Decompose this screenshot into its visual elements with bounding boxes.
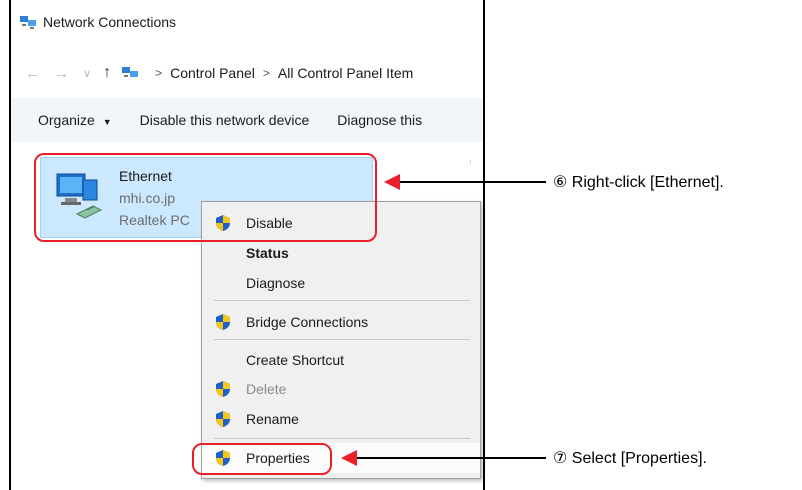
- menu-item-bridge-connections[interactable]: Bridge Connections: [202, 307, 480, 337]
- menu-item-status[interactable]: Status: [202, 238, 480, 268]
- menu-label: Create Shortcut: [246, 352, 345, 368]
- breadcrumb-separator-icon: >: [262, 66, 270, 80]
- location-icon: [122, 67, 139, 77]
- annotation-arrow-line: [357, 457, 546, 459]
- annotation-arrow-line: [400, 181, 546, 183]
- dropdown-arrow-icon: ▼: [102, 117, 112, 127]
- ethernet-callout-box: [34, 153, 377, 242]
- breadcrumb: > Control Panel > All Control Panel Item: [147, 65, 413, 81]
- menu-separator: [214, 438, 470, 439]
- diagnose-button[interactable]: Diagnose this: [337, 112, 422, 128]
- context-menu: Disable Status Diagnose Bridge Connectio…: [201, 201, 481, 479]
- disable-device-button[interactable]: Disable this network device: [140, 112, 310, 128]
- menu-label: Rename: [246, 411, 299, 427]
- menu-item-delete: Delete: [202, 374, 480, 404]
- arrow-left-icon: [384, 174, 400, 190]
- command-bar: Organize ▼ Disable this network device D…: [11, 98, 483, 142]
- arrow-left-icon: [341, 450, 357, 466]
- recent-locations-chevron-icon[interactable]: ∨: [83, 67, 91, 80]
- up-arrow-icon[interactable]: ↑: [103, 64, 111, 82]
- menu-separator: [214, 300, 470, 301]
- uac-shield-icon: [216, 314, 230, 330]
- uac-shield-icon: [216, 411, 230, 427]
- menu-item-rename[interactable]: Rename: [202, 404, 480, 434]
- menu-label: Diagnose: [246, 275, 306, 291]
- network-connections-icon: [20, 16, 36, 29]
- menu-separator: [214, 339, 470, 340]
- menu-item-diagnose[interactable]: Diagnose: [202, 268, 480, 298]
- window-title: Network Connections: [43, 14, 177, 30]
- menu-item-create-shortcut[interactable]: Create Shortcut: [202, 345, 480, 375]
- menu-label: Delete: [246, 381, 287, 397]
- title-bar: Network Connections: [11, 0, 483, 44]
- step7-annotation: ⑦ Select [Properties].: [553, 450, 707, 467]
- breadcrumb-all-items[interactable]: All Control Panel Item: [278, 65, 413, 81]
- back-arrow-icon[interactable]: ←: [25, 65, 40, 82]
- organize-button[interactable]: Organize ▼: [38, 112, 112, 128]
- step6-annotation: ⑥ Right-click [Ethernet].: [553, 174, 724, 191]
- network-connections-window: Network Connections ← → ∨ ↑ > Control Pa…: [9, 0, 485, 490]
- column-divider: [470, 160, 471, 164]
- organize-label: Organize: [38, 112, 95, 128]
- breadcrumb-control-panel[interactable]: Control Panel: [170, 65, 255, 81]
- menu-label: Bridge Connections: [246, 314, 369, 330]
- uac-shield-icon: [216, 381, 230, 397]
- breadcrumb-separator-icon: >: [155, 66, 163, 80]
- menu-label: Status: [246, 245, 289, 261]
- properties-callout-box: [192, 443, 332, 475]
- address-bar: ← → ∨ ↑ > Control Panel > All Control Pa…: [11, 54, 483, 92]
- forward-arrow-icon[interactable]: →: [54, 65, 69, 82]
